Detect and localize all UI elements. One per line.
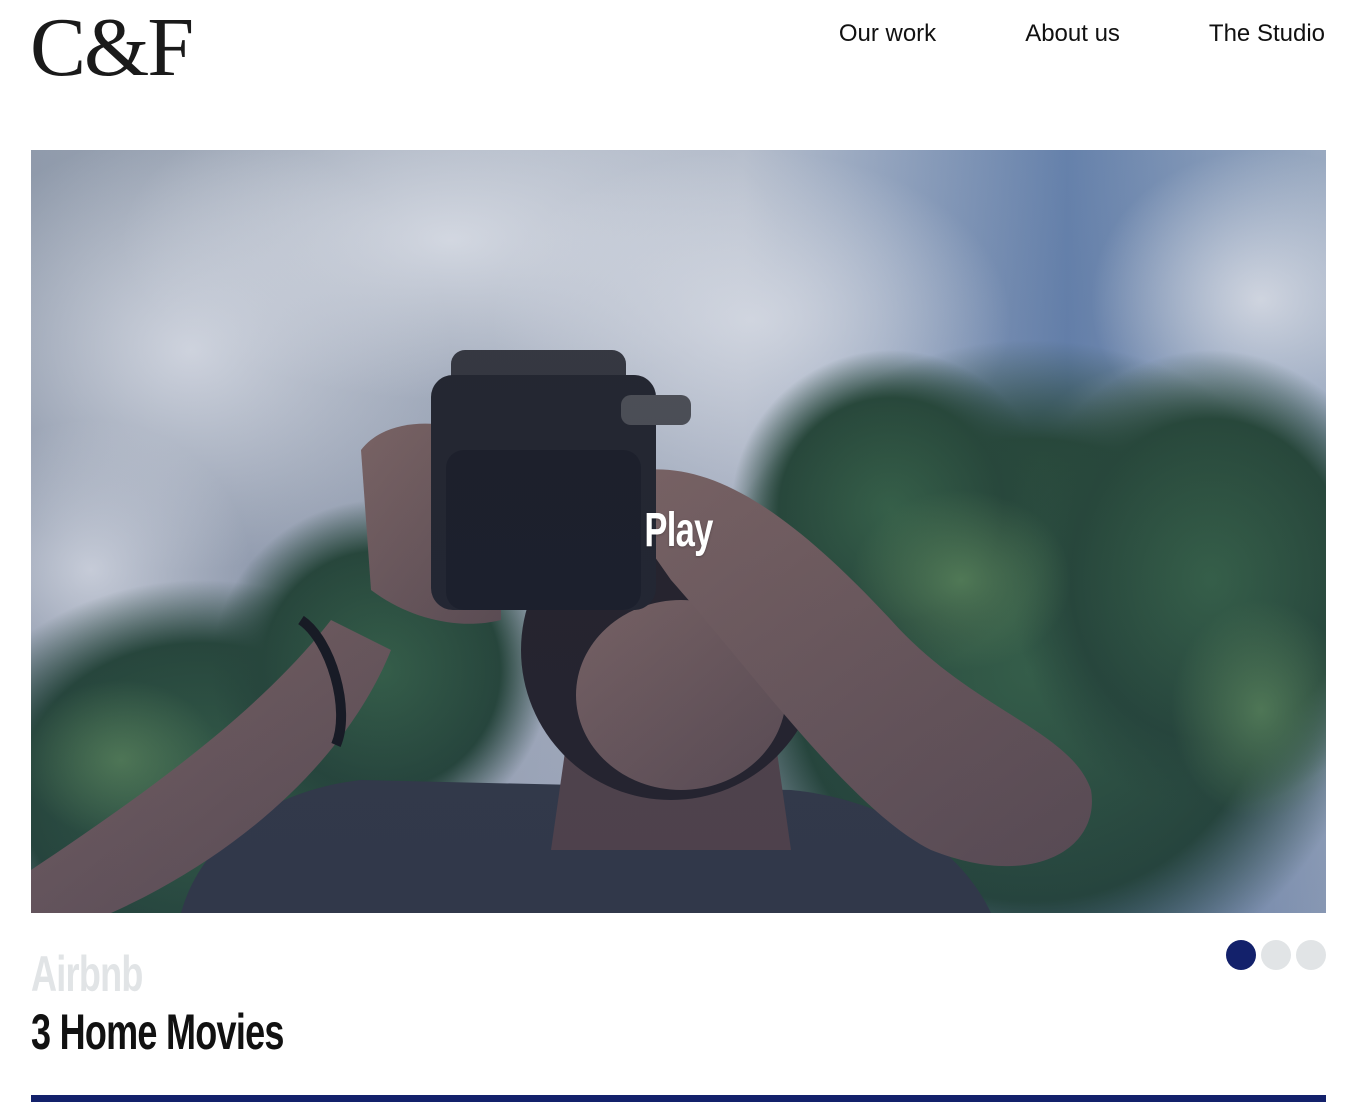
carousel-dots [1221, 940, 1326, 970]
nav-link-about-us[interactable]: About us [1025, 18, 1120, 50]
project-title[interactable]: 3 Home Movies [31, 1002, 284, 1062]
nav-link-our-work[interactable]: Our work [839, 18, 936, 50]
carousel-dot-1[interactable] [1226, 940, 1256, 970]
brand-logo[interactable]: C&F [30, 6, 194, 90]
accent-divider [31, 1095, 1326, 1102]
main-nav: Our work About us The Studio [839, 18, 1325, 50]
project-client[interactable]: Airbnb [31, 944, 143, 1004]
hero-video[interactable]: Play [31, 150, 1326, 913]
play-label[interactable]: Play [212, 500, 1144, 562]
carousel-dot-2[interactable] [1261, 940, 1291, 970]
carousel-dot-3[interactable] [1296, 940, 1326, 970]
nav-link-the-studio[interactable]: The Studio [1209, 18, 1325, 50]
